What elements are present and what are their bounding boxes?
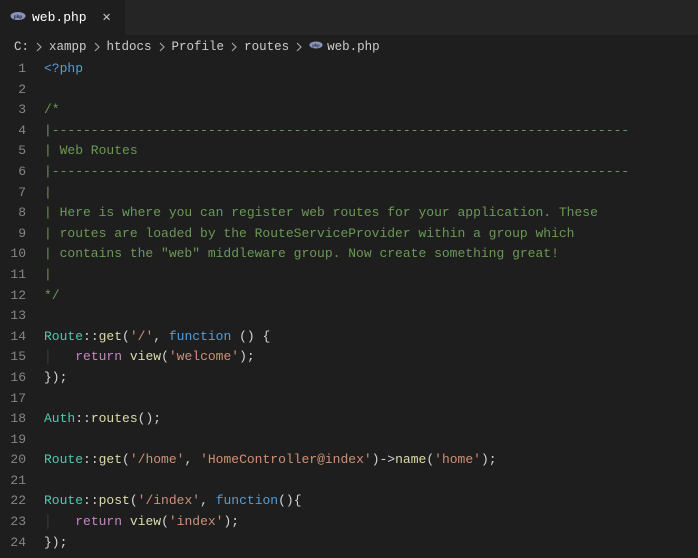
- code-line[interactable]: Route::get('/home', 'HomeController@inde…: [44, 450, 698, 471]
- tab-web-php[interactable]: php web.php ✕: [0, 0, 125, 35]
- code-line[interactable]: │ return view('index');: [44, 512, 698, 533]
- tab-bar: php web.php ✕: [0, 0, 698, 35]
- php-icon: php: [10, 8, 26, 28]
- line-number: 22: [0, 491, 26, 512]
- line-number: 7: [0, 183, 26, 204]
- code-line[interactable]: |: [44, 265, 698, 286]
- breadcrumb-item[interactable]: routes: [244, 40, 289, 54]
- chevron-right-icon: [156, 41, 168, 53]
- line-number: 23: [0, 512, 26, 533]
- line-number: 18: [0, 409, 26, 430]
- line-number: 20: [0, 450, 26, 471]
- code-line[interactable]: [44, 389, 698, 410]
- line-number: 6: [0, 162, 26, 183]
- breadcrumb-item[interactable]: C:: [14, 40, 29, 54]
- breadcrumb-item[interactable]: web.php: [327, 40, 380, 54]
- line-number: 19: [0, 430, 26, 451]
- chevron-right-icon: [228, 41, 240, 53]
- line-number: 10: [0, 244, 26, 265]
- code-line[interactable]: | contains the "web" middleware group. N…: [44, 244, 698, 265]
- code-line[interactable]: |---------------------------------------…: [44, 162, 698, 183]
- code-line[interactable]: | Web Routes: [44, 141, 698, 162]
- code-content[interactable]: <?php /*|-------------------------------…: [44, 59, 698, 553]
- line-number: 13: [0, 306, 26, 327]
- chevron-right-icon: [293, 41, 305, 53]
- svg-text:php: php: [14, 14, 23, 19]
- line-number: 15: [0, 347, 26, 368]
- line-number-gutter: 123456789101112131415161718192021222324: [0, 59, 44, 553]
- code-line[interactable]: |---------------------------------------…: [44, 121, 698, 142]
- line-number: 12: [0, 286, 26, 307]
- code-line[interactable]: /*: [44, 100, 698, 121]
- line-number: 16: [0, 368, 26, 389]
- code-line[interactable]: Route::get('/', function () {: [44, 327, 698, 348]
- code-line[interactable]: });: [44, 533, 698, 554]
- chevron-right-icon: [91, 41, 103, 53]
- code-editor[interactable]: 123456789101112131415161718192021222324 …: [0, 59, 698, 553]
- code-line[interactable]: });: [44, 368, 698, 389]
- line-number: 8: [0, 203, 26, 224]
- line-number: 3: [0, 100, 26, 121]
- code-line[interactable]: <?php: [44, 59, 698, 80]
- chevron-right-icon: [33, 41, 45, 53]
- close-icon[interactable]: ✕: [99, 9, 115, 26]
- breadcrumb-item[interactable]: Profile: [172, 40, 225, 54]
- code-line[interactable]: |: [44, 183, 698, 204]
- line-number: 24: [0, 533, 26, 554]
- code-line[interactable]: | routes are loaded by the RouteServiceP…: [44, 224, 698, 245]
- code-line[interactable]: [44, 306, 698, 327]
- code-line[interactable]: Auth::routes();: [44, 409, 698, 430]
- code-line[interactable]: [44, 80, 698, 101]
- php-icon: php: [309, 38, 323, 56]
- line-number: 14: [0, 327, 26, 348]
- code-line[interactable]: [44, 471, 698, 492]
- line-number: 1: [0, 59, 26, 80]
- line-number: 2: [0, 80, 26, 101]
- line-number: 4: [0, 121, 26, 142]
- line-number: 17: [0, 389, 26, 410]
- svg-text:php: php: [312, 43, 320, 48]
- breadcrumb-item[interactable]: xampp: [49, 40, 87, 54]
- code-line[interactable]: */: [44, 286, 698, 307]
- code-line[interactable]: [44, 430, 698, 451]
- line-number: 9: [0, 224, 26, 245]
- line-number: 11: [0, 265, 26, 286]
- line-number: 5: [0, 141, 26, 162]
- line-number: 21: [0, 471, 26, 492]
- breadcrumb-item[interactable]: htdocs: [107, 40, 152, 54]
- code-line[interactable]: Route::post('/index', function(){: [44, 491, 698, 512]
- breadcrumb[interactable]: C: xampp htdocs Profile routes php web.p…: [0, 35, 698, 59]
- code-line[interactable]: | Here is where you can register web rou…: [44, 203, 698, 224]
- code-line[interactable]: │ return view('welcome');: [44, 347, 698, 368]
- tab-label: web.php: [32, 10, 87, 25]
